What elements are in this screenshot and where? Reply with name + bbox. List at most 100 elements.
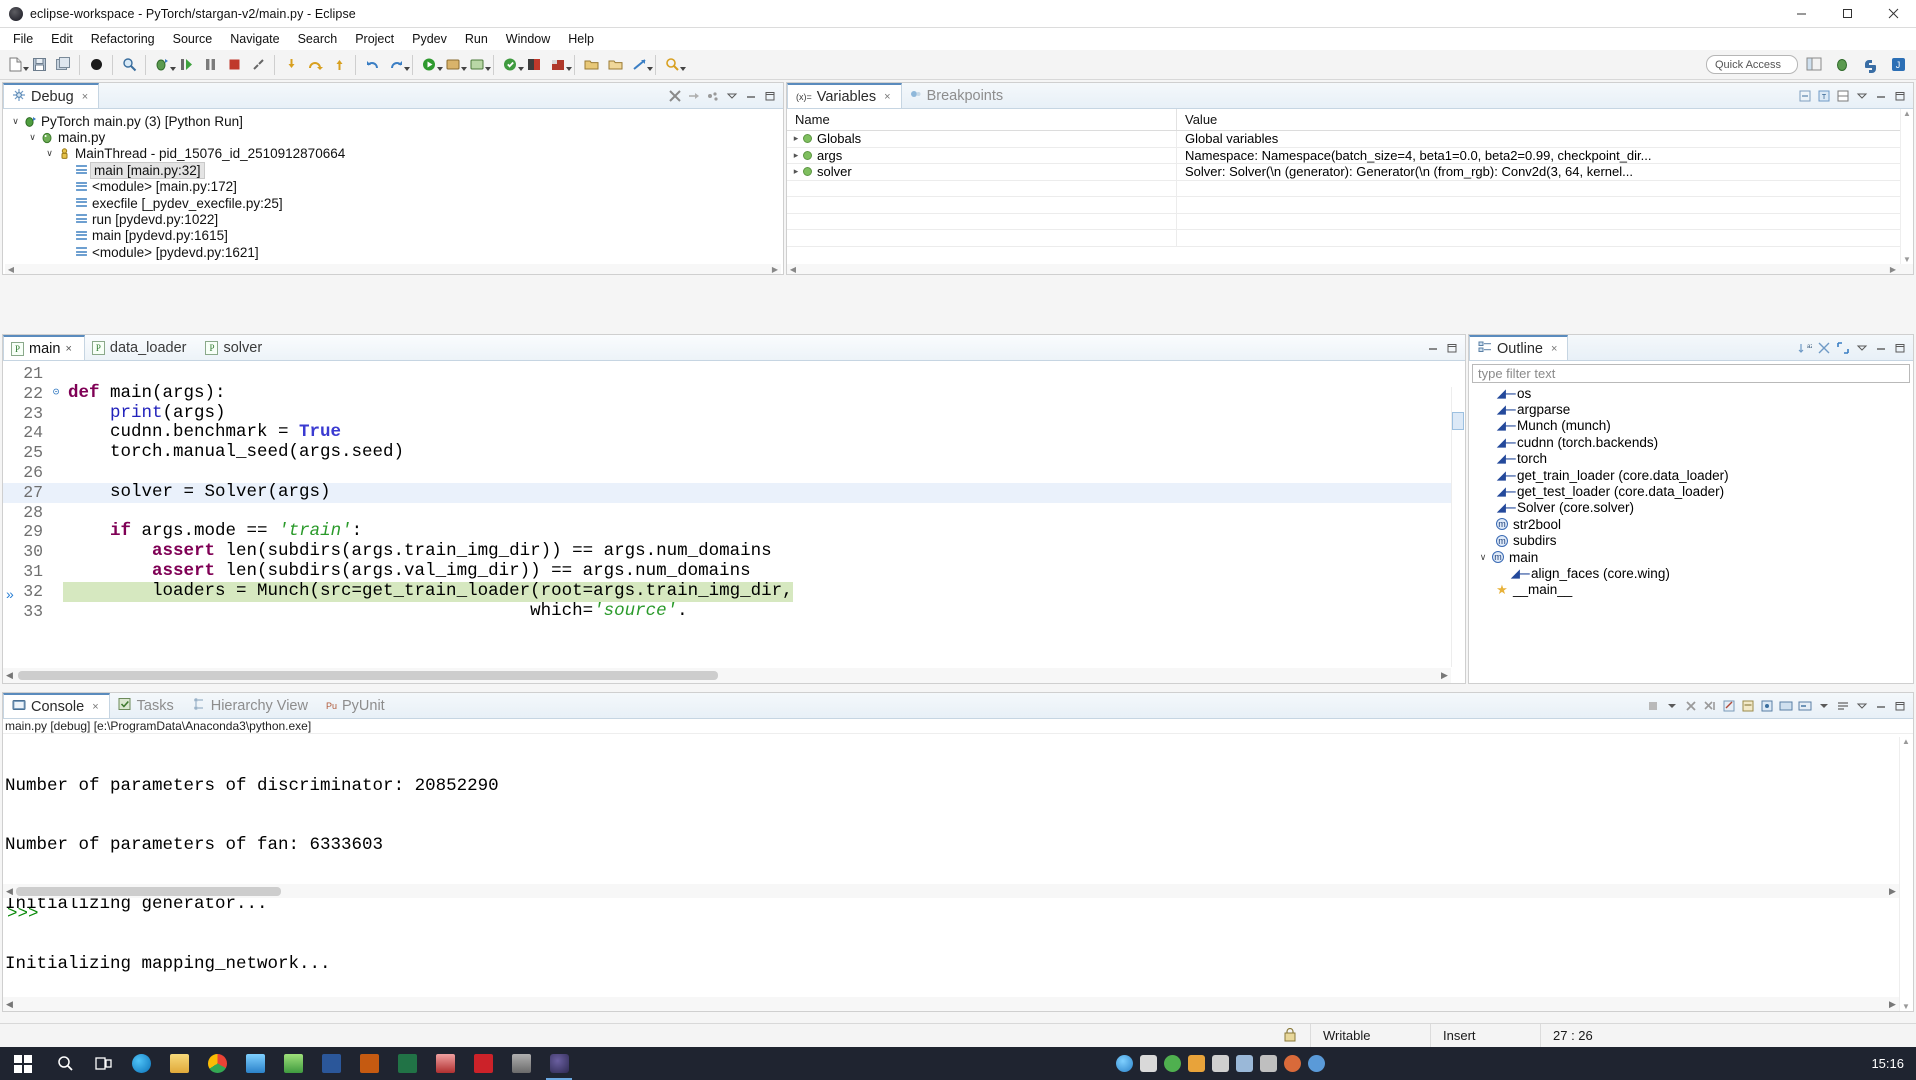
code-line-execution-point[interactable]: 32 loaders = Munch(src=get_train_loader(… [3, 581, 1451, 602]
code-line[interactable]: 31 assert len(subdirs(args.val_img_dir))… [3, 561, 1451, 582]
tree-item-frame-run[interactable]: run [pydevd.py:1022] [3, 211, 783, 227]
editor-vscrollbar[interactable] [1451, 387, 1465, 667]
profile-button[interactable] [442, 54, 467, 76]
code-line[interactable]: 26 [3, 463, 1451, 483]
taskbar-app3-icon[interactable] [426, 1047, 464, 1080]
scroll-left-arrow-icon[interactable]: ◀ [3, 999, 16, 1010]
overview-ruler-marker[interactable] [1452, 412, 1464, 430]
new-python-project-button[interactable] [547, 54, 572, 76]
chevron-right-icon[interactable]: ▸ [789, 133, 803, 144]
console-options-dropdown-icon[interactable] [1815, 697, 1832, 714]
sort-icon[interactable]: az [1796, 339, 1813, 356]
close-icon[interactable]: × [92, 701, 98, 713]
close-icon[interactable]: × [65, 343, 71, 355]
code-lines[interactable]: 21 22 ⊝ def main(args): 23 print(args) 2… [3, 364, 1451, 667]
outline-item-get-train-loader[interactable]: ◢— get_train_loader (core.data_loader) [1469, 467, 1913, 483]
disconnect-button[interactable] [247, 54, 269, 76]
clear-console-icon[interactable] [1720, 697, 1737, 714]
new-detail-pane-icon[interactable] [1834, 87, 1851, 104]
link-with-editor-icon[interactable] [1834, 339, 1851, 356]
maximize-view-icon[interactable] [1891, 339, 1908, 356]
tab-console[interactable]: Console × [3, 693, 110, 718]
table-row[interactable]: ▸ args Namespace: Namespace(batch_size=4… [787, 147, 1913, 164]
code-line[interactable]: 23 print(args) [3, 403, 1451, 424]
scroll-up-arrow-icon[interactable]: ▲ [1902, 737, 1910, 746]
run-button[interactable] [418, 54, 443, 76]
minimize-button[interactable] [1778, 0, 1824, 28]
maximize-view-icon[interactable] [1443, 339, 1460, 356]
hscroll-thumb[interactable] [16, 886, 281, 896]
taskbar-app2-icon[interactable] [274, 1047, 312, 1080]
menu-source[interactable]: Source [164, 29, 222, 49]
scroll-left-arrow-icon[interactable]: ◀ [789, 265, 797, 274]
maximize-view-icon[interactable] [1891, 697, 1908, 714]
open-console-icon[interactable] [1796, 697, 1813, 714]
new-button[interactable] [4, 54, 29, 76]
tray-app4-icon[interactable] [1188, 1055, 1206, 1072]
tab-solver[interactable]: P solver [198, 335, 274, 360]
table-row[interactable]: ▸ Globals Global variables [787, 131, 1913, 148]
tree-item-mainthread[interactable]: ∨ MainThread - pid_15076_id_251091287066… [3, 146, 783, 162]
chevron-right-icon[interactable]: ▸ [789, 150, 803, 161]
tab-data-loader[interactable]: P data_loader [85, 335, 199, 360]
taskbar-chrome-icon[interactable] [198, 1047, 236, 1080]
suspend-button[interactable] [199, 54, 221, 76]
save-button[interactable] [28, 54, 50, 76]
search-declaration-button[interactable] [661, 54, 686, 76]
tree-item-mainpy[interactable]: ∨ main.py [3, 129, 783, 145]
code-line[interactable]: 30 assert len(subdirs(args.train_img_dir… [3, 541, 1451, 562]
tray-volume-icon[interactable] [1260, 1055, 1278, 1072]
outline-item-get-test-loader[interactable]: ◢— get_test_loader (core.data_loader) [1469, 483, 1913, 499]
tab-variables[interactable]: (x)= Variables × [787, 83, 902, 108]
outline-item-main[interactable]: ∨ m main [1469, 549, 1913, 565]
tree-item-frame-module-pydevd[interactable]: <module> [pydevd.py:1621] [3, 244, 783, 260]
maximize-view-icon[interactable] [761, 87, 778, 104]
taskbar-search-icon[interactable] [46, 1047, 84, 1080]
fold-marker[interactable]: ⊝ [49, 384, 63, 404]
minimize-view-icon[interactable] [1872, 87, 1889, 104]
perspective-debug-button[interactable] [1830, 53, 1854, 77]
variables-hscrollbar[interactable]: ◀ ▶ [787, 264, 1913, 274]
scroll-down-arrow-icon[interactable]: ▼ [1902, 255, 1912, 264]
taskbar-ppt-icon[interactable] [350, 1047, 388, 1080]
minimize-view-icon[interactable] [1872, 697, 1889, 714]
close-icon[interactable]: × [884, 91, 890, 103]
code-line-current[interactable]: 27 solver = Solver(args) [3, 482, 1451, 503]
outline-item-align-faces[interactable]: ◢— align_faces (core.wing) [1469, 565, 1913, 581]
tab-hierarchy-view[interactable]: Hierarchy View [184, 693, 318, 718]
scroll-up-arrow-icon[interactable]: ▲ [1902, 109, 1912, 118]
chevron-down-icon[interactable]: ∨ [43, 148, 56, 159]
remove-all-terminated-icon[interactable] [666, 87, 683, 104]
collapse-all-icon[interactable] [1796, 87, 1813, 104]
menu-file[interactable]: File [4, 29, 42, 49]
menu-help[interactable]: Help [559, 29, 603, 49]
column-header-name[interactable]: Name [787, 109, 1177, 130]
open-resource-button[interactable] [604, 54, 626, 76]
outline-item-torch[interactable]: ◢— torch [1469, 451, 1913, 467]
open-folder-button[interactable] [580, 54, 602, 76]
tab-tasks[interactable]: Tasks [110, 693, 184, 718]
outline-item-munch[interactable]: ◢— Munch (munch) [1469, 418, 1913, 434]
taskbar-app1-icon[interactable] [236, 1047, 274, 1080]
scroll-lock-icon[interactable] [1739, 697, 1756, 714]
menu-run[interactable]: Run [456, 29, 497, 49]
pin-button[interactable] [523, 54, 545, 76]
scroll-right-arrow-icon[interactable]: ▶ [771, 265, 779, 274]
undo-button[interactable] [361, 54, 383, 76]
save-all-button[interactable] [52, 54, 74, 76]
word-wrap-icon[interactable] [1834, 697, 1851, 714]
remove-all-launches-icon[interactable] [1701, 697, 1718, 714]
scroll-down-arrow-icon[interactable]: ▼ [1902, 1002, 1910, 1011]
taskbar-clock[interactable]: 15:16 [1871, 1056, 1916, 1071]
minimize-view-icon[interactable] [1424, 339, 1441, 356]
scroll-right-arrow-icon[interactable]: ▶ [1886, 999, 1899, 1010]
step-return-button[interactable] [328, 54, 350, 76]
tray-app2-icon[interactable] [1140, 1055, 1158, 1072]
tray-app3-icon[interactable] [1164, 1055, 1182, 1072]
outline-item-os[interactable]: ◢— os [1469, 385, 1913, 401]
column-header-value[interactable]: Value [1177, 109, 1913, 130]
coverage-button[interactable] [466, 54, 491, 76]
outline-item-argparse[interactable]: ◢— argparse [1469, 401, 1913, 417]
tray-app6-icon[interactable] [1308, 1055, 1326, 1072]
code-line[interactable]: 22 ⊝ def main(args): [3, 383, 1451, 404]
